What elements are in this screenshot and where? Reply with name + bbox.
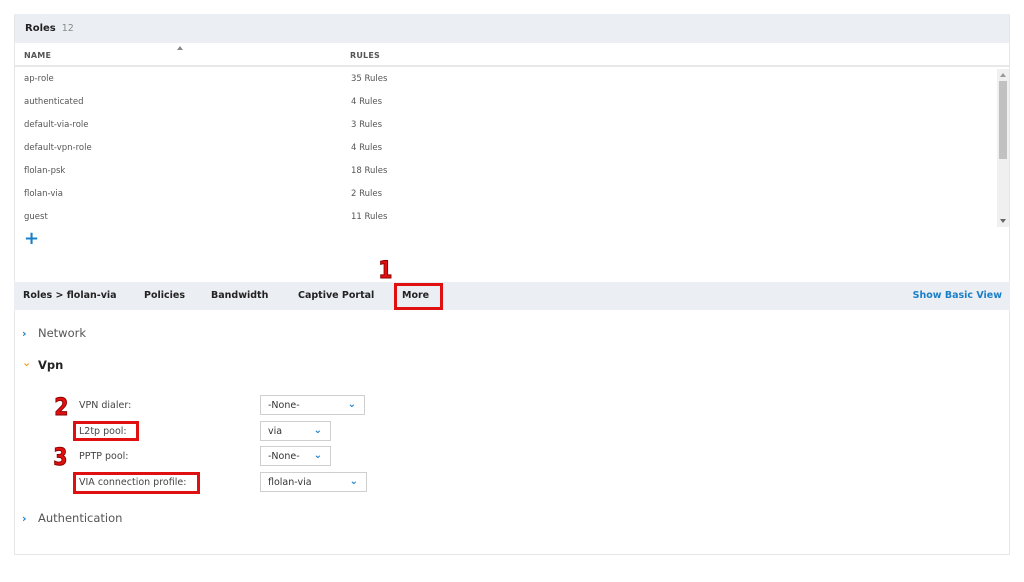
chevron-right-icon: › — [22, 326, 27, 340]
via-connection-profile-value: flolan-via — [268, 476, 312, 488]
roles-count: 12 — [61, 23, 74, 34]
table-row[interactable]: authenticated 4 Rules — [15, 92, 997, 115]
add-role-plus-icon[interactable]: + — [24, 230, 39, 248]
chevron-down-icon: ⌄ — [347, 399, 356, 410]
highlight-box-l2tp-pool — [73, 421, 139, 441]
vpn-dialer-label: VPN dialer: — [79, 400, 132, 411]
table-row[interactable]: flolan-via 2 Rules — [15, 184, 997, 207]
show-basic-view-link[interactable]: Show Basic View — [913, 290, 1002, 301]
role-detail-panel — [14, 310, 1010, 555]
role-rules: 2 Rules — [351, 189, 383, 199]
table-row[interactable]: guest 11 Rules — [15, 207, 997, 230]
chevron-right-icon: › — [22, 511, 27, 525]
annotation-number-1: 1 — [378, 256, 393, 284]
highlight-box-more-tab — [394, 283, 443, 310]
roles-table-body: ap-role 35 Rules authenticated 4 Rules def… — [15, 69, 997, 230]
chevron-down-icon: ⌄ — [349, 476, 358, 487]
role-name: ap-role — [24, 74, 54, 84]
scroll-up-arrow-icon[interactable] — [1000, 73, 1006, 77]
tab-policies[interactable]: Policies — [144, 290, 185, 301]
role-detail-tabbar: Roles > flolan-via Policies Bandwidth Ca… — [14, 282, 1010, 310]
chevron-down-icon: ⌄ — [22, 355, 32, 369]
role-rules: 3 Rules — [351, 120, 383, 130]
role-name: authenticated — [24, 97, 84, 107]
tab-bandwidth[interactable]: Bandwidth — [211, 290, 268, 301]
via-connection-profile-select[interactable]: flolan-via ⌄ — [260, 472, 367, 492]
vpn-dialer-select[interactable]: -None- ⌄ — [260, 395, 365, 415]
breadcrumb[interactable]: Roles > flolan-via — [23, 290, 117, 301]
pptp-pool-label: PPTP pool: — [79, 451, 129, 462]
section-authentication[interactable]: › Authentication — [22, 511, 122, 525]
table-row[interactable]: default-via-role 3 Rules — [15, 115, 997, 138]
chevron-down-icon: ⌄ — [313, 425, 322, 436]
pptp-pool-value: -None- — [268, 450, 300, 462]
table-scrollbar[interactable] — [997, 69, 1009, 227]
role-name: guest — [24, 212, 48, 222]
role-name: flolan-via — [24, 189, 63, 199]
role-name: default-vpn-role — [24, 143, 92, 153]
section-vpn[interactable]: ⌄ Vpn — [22, 355, 64, 373]
roles-panel: Roles 12 NAME RULES ap-role 35 Rules auth… — [14, 14, 1010, 282]
table-row[interactable]: default-vpn-role 4 Rules — [15, 138, 997, 161]
roles-panel-header: Roles 12 — [15, 14, 1009, 43]
table-row[interactable]: ap-role 35 Rules — [15, 69, 997, 92]
section-authentication-label: Authentication — [38, 511, 123, 525]
annotation-number-2: 2 — [54, 393, 69, 421]
role-rules: 4 Rules — [351, 143, 383, 153]
section-network-label: Network — [38, 326, 87, 340]
column-header-rules[interactable]: RULES — [350, 51, 380, 60]
chevron-down-icon: ⌄ — [313, 450, 322, 461]
annotation-number-3: 3 — [53, 443, 68, 471]
column-header-name[interactable]: NAME — [24, 51, 51, 60]
role-rules: 11 Rules — [351, 212, 388, 222]
role-name: default-via-role — [24, 120, 89, 130]
l2tp-pool-value: via — [268, 425, 283, 437]
sort-ascending-icon[interactable] — [177, 46, 183, 50]
scroll-down-arrow-icon[interactable] — [1000, 219, 1006, 223]
role-rules: 35 Rules — [351, 74, 388, 84]
roles-title: Roles — [25, 23, 56, 34]
role-rules: 18 Rules — [351, 166, 388, 176]
table-row[interactable]: flolan-psk 18 Rules — [15, 161, 997, 184]
tab-captive-portal[interactable]: Captive Portal — [298, 290, 374, 301]
table-header: NAME RULES — [15, 43, 1009, 67]
section-vpn-label: Vpn — [38, 358, 64, 372]
vpn-dialer-value: -None- — [268, 399, 300, 411]
role-rules: 4 Rules — [351, 97, 383, 107]
role-name: flolan-psk — [24, 166, 66, 176]
pptp-pool-select[interactable]: -None- ⌄ — [260, 446, 331, 466]
highlight-box-via-connection-profile — [73, 472, 200, 494]
l2tp-pool-select[interactable]: via ⌄ — [260, 421, 331, 441]
scrollbar-thumb[interactable] — [999, 81, 1007, 159]
section-network[interactable]: › Network — [22, 326, 86, 340]
